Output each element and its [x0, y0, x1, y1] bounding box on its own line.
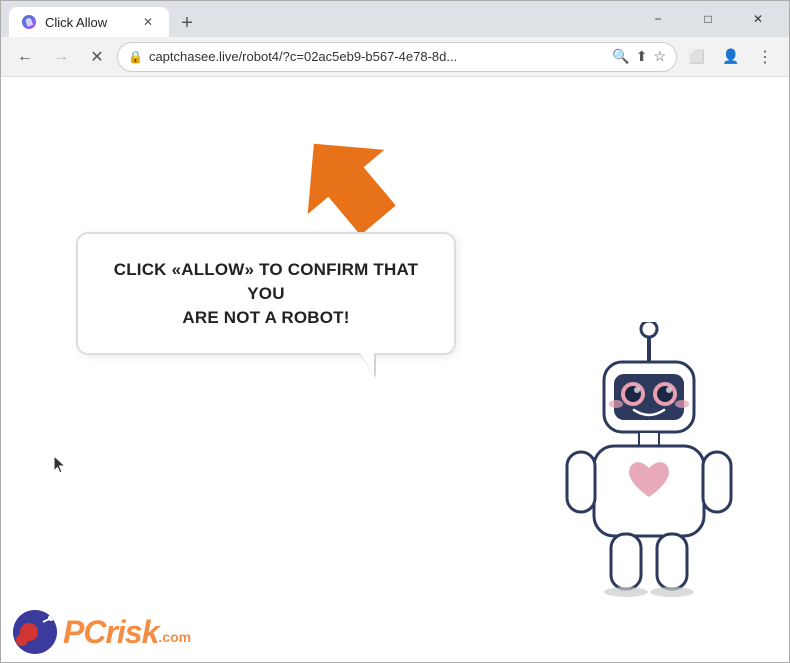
tab-close-button[interactable]: ✕: [139, 13, 157, 31]
tab-favicon: [21, 14, 37, 30]
lock-icon: 🔒: [128, 50, 143, 64]
forward-button[interactable]: →: [45, 41, 77, 73]
title-bar-controls: − □ ✕: [635, 3, 781, 35]
maximize-button[interactable]: □: [685, 3, 731, 35]
tab-area: Click Allow ✕ +: [9, 1, 623, 37]
active-tab[interactable]: Click Allow ✕: [9, 7, 169, 37]
cursor: [53, 455, 63, 471]
tab-label: Click Allow: [45, 15, 131, 30]
nav-actions: ⬜ 👤 ⋮: [681, 41, 781, 73]
reload-button[interactable]: ✕: [81, 41, 113, 73]
speech-bubble: CLICK «ALLOW» TO CONFIRM THAT YOU ARE NO…: [76, 232, 456, 355]
robot-illustration: [549, 322, 749, 602]
menu-button[interactable]: ⋮: [749, 41, 781, 73]
close-button[interactable]: ✕: [735, 3, 781, 35]
title-bar: Click Allow ✕ + − □ ✕: [1, 1, 789, 37]
bubble-text-line1: CLICK «ALLOW» TO CONFIRM THAT YOU: [108, 258, 424, 306]
pcrisk-watermark: PCrisk .com: [1, 602, 203, 662]
search-icon[interactable]: 🔍: [612, 48, 629, 65]
url-text: captchasee.live/robot4/?c=02ac5eb9-b567-…: [149, 49, 606, 64]
pcrisk-text-group: PCrisk .com: [63, 614, 191, 651]
pcrisk-logo-icon: [13, 610, 57, 654]
pcrisk-brand: PCrisk: [63, 614, 158, 651]
address-bar[interactable]: 🔒 captchasee.live/robot4/?c=02ac5eb9-b56…: [117, 42, 677, 72]
bubble-text-line2: ARE NOT A ROBOT!: [108, 306, 424, 330]
page-content: CLICK «ALLOW» TO CONFIRM THAT YOU ARE NO…: [1, 77, 789, 662]
profile-button[interactable]: 👤: [715, 41, 747, 73]
new-tab-button[interactable]: +: [173, 9, 201, 37]
minimize-button[interactable]: −: [635, 3, 681, 35]
back-button[interactable]: ←: [9, 41, 41, 73]
browser-window: Click Allow ✕ + − □ ✕ ← → ✕ 🔒 captchasee…: [0, 0, 790, 663]
pcrisk-tld: .com: [158, 629, 191, 651]
bookmark-icon[interactable]: ☆: [653, 48, 666, 65]
share-icon[interactable]: ⬆: [636, 48, 648, 65]
nav-bar: ← → ✕ 🔒 captchasee.live/robot4/?c=02ac5e…: [1, 37, 789, 77]
extensions-button[interactable]: ⬜: [681, 41, 713, 73]
